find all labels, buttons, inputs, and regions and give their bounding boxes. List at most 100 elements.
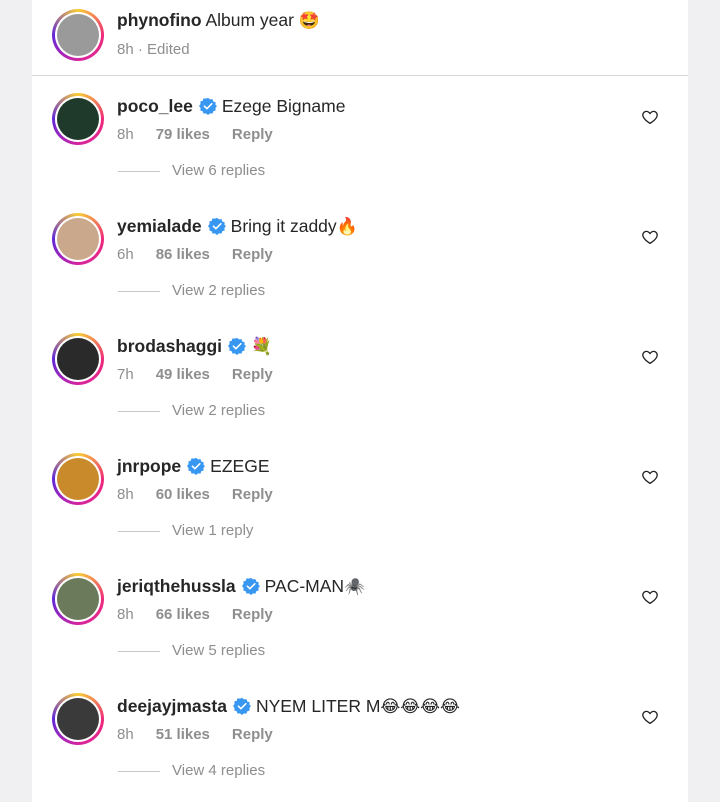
reply-button[interactable]: Reply: [232, 606, 273, 623]
replies-divider: [118, 410, 160, 412]
verified-badge-icon: [187, 457, 206, 475]
comment-time: 8h: [117, 126, 134, 143]
avatar[interactable]: [52, 333, 104, 385]
comment-emoji: 🔥: [336, 217, 358, 237]
comment-time: 8h: [117, 486, 134, 503]
view-replies-link[interactable]: View 6 replies: [118, 162, 265, 179]
comment-text: Ezege Bigname: [221, 96, 346, 116]
view-replies-label[interactable]: View 5 replies: [172, 642, 265, 659]
comment-text: Bring it zaddy: [230, 216, 337, 236]
view-replies-label[interactable]: View 4 replies: [172, 762, 265, 779]
avatar[interactable]: [52, 693, 104, 745]
view-replies-label[interactable]: View 2 replies: [172, 282, 265, 299]
replies-divider: [118, 170, 160, 172]
caption-emoji: 🤩: [298, 11, 321, 31]
like-heart-icon[interactable]: [641, 228, 659, 246]
comment-emoji: 😂😂😂😂: [380, 697, 460, 717]
comment-text: PAC-MAN: [264, 576, 345, 596]
view-replies-link[interactable]: View 5 replies: [118, 642, 265, 659]
comment-row: yemialade Bring it zaddy🔥 6h 86 likes Reply V…: [32, 196, 688, 316]
comment-username[interactable]: yemialade: [117, 216, 202, 236]
view-replies-link[interactable]: View 2 replies: [118, 282, 265, 299]
reply-button[interactable]: Reply: [232, 726, 273, 743]
comment-username[interactable]: jnrpope: [117, 456, 181, 476]
caption-text: Album year: [205, 10, 294, 30]
avatar[interactable]: [52, 213, 104, 265]
replies-divider: [118, 770, 160, 772]
likes-count[interactable]: 60 likes: [156, 486, 210, 503]
avatar-image: [57, 14, 99, 56]
like-heart-icon[interactable]: [641, 108, 659, 126]
view-replies-link[interactable]: View 4 replies: [118, 762, 265, 779]
avatar[interactable]: [52, 9, 104, 61]
comment-username[interactable]: poco_lee: [117, 96, 193, 116]
comment-time: 8h: [117, 606, 134, 623]
view-replies-link[interactable]: View 1 reply: [118, 522, 253, 539]
verified-badge-icon: [241, 577, 260, 595]
replies-divider: [118, 290, 160, 292]
view-replies-link[interactable]: View 2 replies: [118, 402, 265, 419]
comment-row: poco_lee Ezege Bigname 8h 79 likes Reply View…: [32, 76, 688, 196]
comment-meta: 6h 86 likes Reply: [117, 246, 273, 263]
avatar-image: [57, 578, 99, 620]
likes-count[interactable]: 49 likes: [156, 366, 210, 383]
comment-meta: 8h 60 likes Reply: [117, 486, 273, 503]
caption-line: phynofino Album year 🤩: [117, 10, 320, 31]
reply-button[interactable]: Reply: [232, 366, 273, 383]
comment-time: 7h: [117, 366, 134, 383]
caption-username[interactable]: phynofino: [117, 10, 202, 30]
comment-row: jnrpope EZEGE 8h 60 likes Reply View 1 reply: [32, 436, 688, 556]
view-replies-label[interactable]: View 2 replies: [172, 402, 265, 419]
view-replies-label[interactable]: View 1 reply: [172, 522, 253, 539]
comment-meta: 7h 49 likes Reply: [117, 366, 273, 383]
verified-badge-icon: [228, 337, 247, 355]
post-caption: phynofino Album year 🤩 8h · Edited: [32, 0, 688, 76]
replies-divider: [118, 650, 160, 652]
like-heart-icon[interactable]: [641, 588, 659, 606]
comment-line: jnrpope EZEGE: [117, 456, 270, 477]
comment-username[interactable]: deejayjmasta: [117, 696, 227, 716]
verified-badge-icon: [232, 697, 251, 715]
comment-text: NYEM LITER M: [255, 696, 381, 716]
comment-emoji: 💐: [251, 337, 273, 357]
avatar-image: [57, 338, 99, 380]
comment-line: brodashaggi 💐: [117, 336, 272, 357]
avatar-image: [57, 98, 99, 140]
like-heart-icon[interactable]: [641, 708, 659, 726]
likes-count[interactable]: 86 likes: [156, 246, 210, 263]
comment-username[interactable]: brodashaggi: [117, 336, 222, 356]
comment-meta: 8h 66 likes Reply: [117, 606, 273, 623]
likes-count[interactable]: 51 likes: [156, 726, 210, 743]
comment-time: 6h: [117, 246, 134, 263]
comment-row: deejayjmasta NYEM LITER M😂😂😂😂 8h 51 likes Re…: [32, 676, 688, 796]
reply-button[interactable]: Reply: [232, 246, 273, 263]
comment-line: deejayjmasta NYEM LITER M😂😂😂😂: [117, 696, 460, 717]
comment-row: brodashaggi 💐 7h 49 likes Reply View 2 replie…: [32, 316, 688, 436]
view-replies-label[interactable]: View 6 replies: [172, 162, 265, 179]
verified-badge-icon: [207, 217, 226, 235]
comment-text: EZEGE: [210, 456, 270, 476]
comments-panel: phynofino Album year 🤩 8h · Edited poco_…: [32, 0, 688, 802]
avatar[interactable]: [52, 453, 104, 505]
caption-meta: 8h · Edited: [117, 41, 190, 58]
comment-line: yemialade Bring it zaddy🔥: [117, 216, 358, 237]
likes-count[interactable]: 79 likes: [156, 126, 210, 143]
comment-meta: 8h 51 likes Reply: [117, 726, 273, 743]
comment-meta: 8h 79 likes Reply: [117, 126, 273, 143]
reply-button[interactable]: Reply: [232, 126, 273, 143]
like-heart-icon[interactable]: [641, 468, 659, 486]
avatar[interactable]: [52, 573, 104, 625]
comment-username[interactable]: jeriqthehussla: [117, 576, 236, 596]
comment-emoji: 🕷️: [344, 577, 366, 597]
avatar-image: [57, 458, 99, 500]
replies-divider: [118, 530, 160, 532]
comment-line: poco_lee Ezege Bigname: [117, 96, 345, 117]
likes-count[interactable]: 66 likes: [156, 606, 210, 623]
avatar-image: [57, 698, 99, 740]
avatar-image: [57, 218, 99, 260]
avatar[interactable]: [52, 93, 104, 145]
comment-time: 8h: [117, 726, 134, 743]
comment-row: jeriqthehussla PAC-MAN🕷️ 8h 66 likes Reply Vi…: [32, 556, 688, 676]
reply-button[interactable]: Reply: [232, 486, 273, 503]
like-heart-icon[interactable]: [641, 348, 659, 366]
